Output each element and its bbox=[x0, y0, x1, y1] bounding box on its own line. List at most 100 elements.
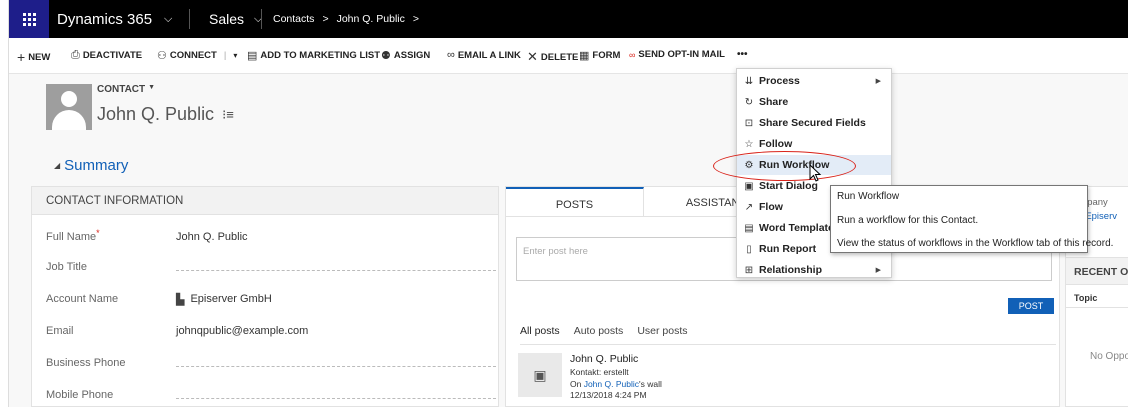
email-field[interactable]: Email johnqpublic@example.com bbox=[46, 325, 506, 345]
app-launcher-button[interactable] bbox=[9, 0, 49, 38]
connect-label: CONNECT bbox=[169, 50, 217, 61]
email-a-link-label: EMAIL A LINK bbox=[457, 49, 521, 61]
menu-item-share[interactable]: ↻ Share bbox=[737, 92, 891, 112]
account-name-link[interactable]: ▙ Episerver GmbH bbox=[176, 293, 272, 306]
shield-icon: ⊡ bbox=[744, 117, 754, 129]
chevron-down-icon: ⌵ bbox=[164, 12, 173, 25]
empty-value-line[interactable] bbox=[176, 366, 496, 367]
module-nav-button[interactable]: Sales ⌵ bbox=[209, 0, 262, 38]
filter-all-posts[interactable]: All posts bbox=[520, 325, 560, 344]
contact-card-icon: ▣ bbox=[518, 353, 562, 397]
email-label: Email bbox=[46, 325, 74, 337]
deactivate-button[interactable]: ⎙ DEACTIVATE bbox=[71, 49, 142, 62]
star-icon: ☆ bbox=[744, 138, 754, 150]
avatar[interactable] bbox=[46, 84, 92, 130]
post-filter-tabs: All posts Auto posts User posts bbox=[520, 325, 1056, 345]
post-button[interactable]: POST bbox=[1008, 298, 1054, 314]
account-name-label: Account Name bbox=[46, 293, 119, 305]
chevron-down-icon: ▼ bbox=[148, 84, 156, 91]
entity-form-selector[interactable]: CONTACT ▼ bbox=[97, 84, 155, 95]
run-workflow-tooltip: Run Workflow Run a workflow for this Con… bbox=[830, 185, 1113, 253]
building-icon: ▙ bbox=[176, 294, 185, 306]
add-to-marketing-list-button[interactable]: ▤ ADD TO MARKETING LIST bbox=[247, 49, 380, 62]
menu-item-label: Share bbox=[759, 96, 789, 108]
connect-icon: ⚇ bbox=[157, 50, 167, 62]
company-link-text: Episerv bbox=[1085, 211, 1117, 222]
contact-information-panel: CONTACT INFORMATION Full Name* John Q. P… bbox=[31, 186, 499, 407]
post-wall-suffix: 's wall bbox=[638, 379, 662, 389]
waffle-icon bbox=[22, 12, 36, 26]
menu-item-process[interactable]: ⇊ Process ▶ bbox=[737, 71, 891, 91]
menu-item-share-secured-fields[interactable]: ⊡ Share Secured Fields bbox=[737, 113, 891, 133]
app-window: Dynamics 365 ⌵ Sales ⌵ Contacts > John Q… bbox=[8, 0, 1128, 407]
form-button[interactable]: ▦ FORM bbox=[579, 49, 620, 62]
filter-auto-posts[interactable]: Auto posts bbox=[574, 325, 624, 344]
topic-column-header[interactable]: Topic bbox=[1074, 293, 1097, 303]
chevron-down-icon[interactable]: ▾ bbox=[233, 51, 237, 60]
record-options-icon[interactable]: ⁝≡ bbox=[222, 107, 234, 123]
post-on-text: On bbox=[570, 379, 584, 389]
menu-item-label: Word Templates bbox=[759, 222, 840, 234]
account-name-field[interactable]: Account Name ▙ Episerver GmbH bbox=[46, 293, 506, 313]
send-opt-in-mail-label: SEND OPT-IN MAIL bbox=[638, 49, 725, 60]
post-timestamp: 12/13/2018 4:24 PM bbox=[570, 390, 647, 400]
assign-label: ASSIGN bbox=[393, 50, 431, 61]
add-to-marketing-list-label: ADD TO MARKETING LIST bbox=[260, 50, 381, 61]
post-wall-line: On John Q. Public's wall bbox=[570, 379, 662, 389]
connect-button[interactable]: ⚇ CONNECT | ▾ bbox=[157, 49, 237, 62]
menu-item-label: Follow bbox=[759, 138, 793, 150]
account-name-value: Episerver GmbH bbox=[190, 293, 272, 305]
full-name-label-text: Full Name bbox=[46, 231, 97, 243]
breadcrumb-contacts[interactable]: Contacts bbox=[273, 13, 314, 25]
relationship-icon: ⊞ bbox=[744, 264, 754, 276]
filter-user-posts[interactable]: User posts bbox=[637, 325, 687, 344]
menu-item-relationship[interactable]: ⊞ Relationship ▶ bbox=[737, 260, 891, 280]
menu-item-follow[interactable]: ☆ Follow bbox=[737, 134, 891, 154]
job-title-field[interactable]: Job Title bbox=[46, 261, 506, 281]
business-phone-label: Business Phone bbox=[46, 357, 126, 369]
module-name: Sales bbox=[209, 11, 245, 27]
breadcrumb-chevron-icon[interactable]: > bbox=[413, 13, 419, 25]
post-text: Kontakt: erstellt bbox=[570, 367, 629, 377]
email-a-link-button[interactable]: ∞ EMAIL A LINK bbox=[447, 49, 521, 61]
deactivate-icon: ⎙ bbox=[71, 49, 80, 61]
menu-item-label: Relationship bbox=[759, 264, 823, 276]
tooltip-title: Run Workflow bbox=[837, 191, 900, 202]
marketing-list-icon: ▤ bbox=[247, 50, 258, 62]
full-name-label: Full Name* bbox=[46, 228, 100, 243]
full-name-value[interactable]: John Q. Public bbox=[176, 231, 248, 243]
mobile-phone-field[interactable]: Mobile Phone bbox=[46, 389, 506, 407]
post-input-placeholder: Enter post here bbox=[523, 246, 588, 257]
recent-opportunities-header: RECENT OF bbox=[1066, 257, 1128, 285]
contact-information-header: CONTACT INFORMATION bbox=[32, 187, 498, 215]
assign-button[interactable]: ⚉ ASSIGN bbox=[381, 49, 430, 62]
menu-item-label: Share Secured Fields bbox=[759, 117, 866, 129]
mouse-cursor-icon bbox=[809, 164, 822, 182]
dialog-icon: ▣ bbox=[744, 180, 754, 192]
delete-icon: ✕ bbox=[527, 49, 538, 64]
tab-posts[interactable]: POSTS bbox=[506, 187, 644, 217]
email-value[interactable]: johnqpublic@example.com bbox=[176, 325, 308, 337]
app-name: Dynamics 365 bbox=[57, 10, 153, 28]
post-wall-link[interactable]: John Q. Public bbox=[584, 379, 639, 389]
business-phone-field[interactable]: Business Phone bbox=[46, 357, 506, 377]
send-opt-in-mail-button[interactable]: ∞ SEND OPT-IN MAIL bbox=[629, 49, 725, 60]
process-icon: ⇊ bbox=[744, 75, 754, 87]
required-icon: * bbox=[96, 228, 100, 238]
delete-button[interactable]: ✕ DELETE bbox=[527, 49, 578, 65]
new-label: NEW bbox=[28, 51, 51, 63]
full-name-field[interactable]: Full Name* John Q. Public bbox=[46, 228, 506, 251]
post-button-label: POST bbox=[1018, 301, 1044, 311]
entity-label: CONTACT bbox=[97, 84, 146, 95]
breadcrumb-record[interactable]: John Q. Public bbox=[337, 13, 405, 25]
form-icon: ▦ bbox=[579, 50, 590, 62]
record-header bbox=[9, 74, 1128, 184]
empty-value-line[interactable] bbox=[176, 398, 496, 399]
word-icon: ▤ bbox=[744, 222, 754, 234]
empty-value-line[interactable] bbox=[176, 270, 496, 271]
more-commands-button[interactable]: ••• bbox=[737, 49, 748, 60]
summary-section-toggle[interactable]: ◢ Summary bbox=[54, 157, 128, 174]
app-name-button[interactable]: Dynamics 365 ⌵ bbox=[57, 0, 172, 38]
new-button[interactable]: + NEW bbox=[17, 49, 50, 65]
record-title: John Q. Public ⁝≡ bbox=[97, 104, 234, 125]
